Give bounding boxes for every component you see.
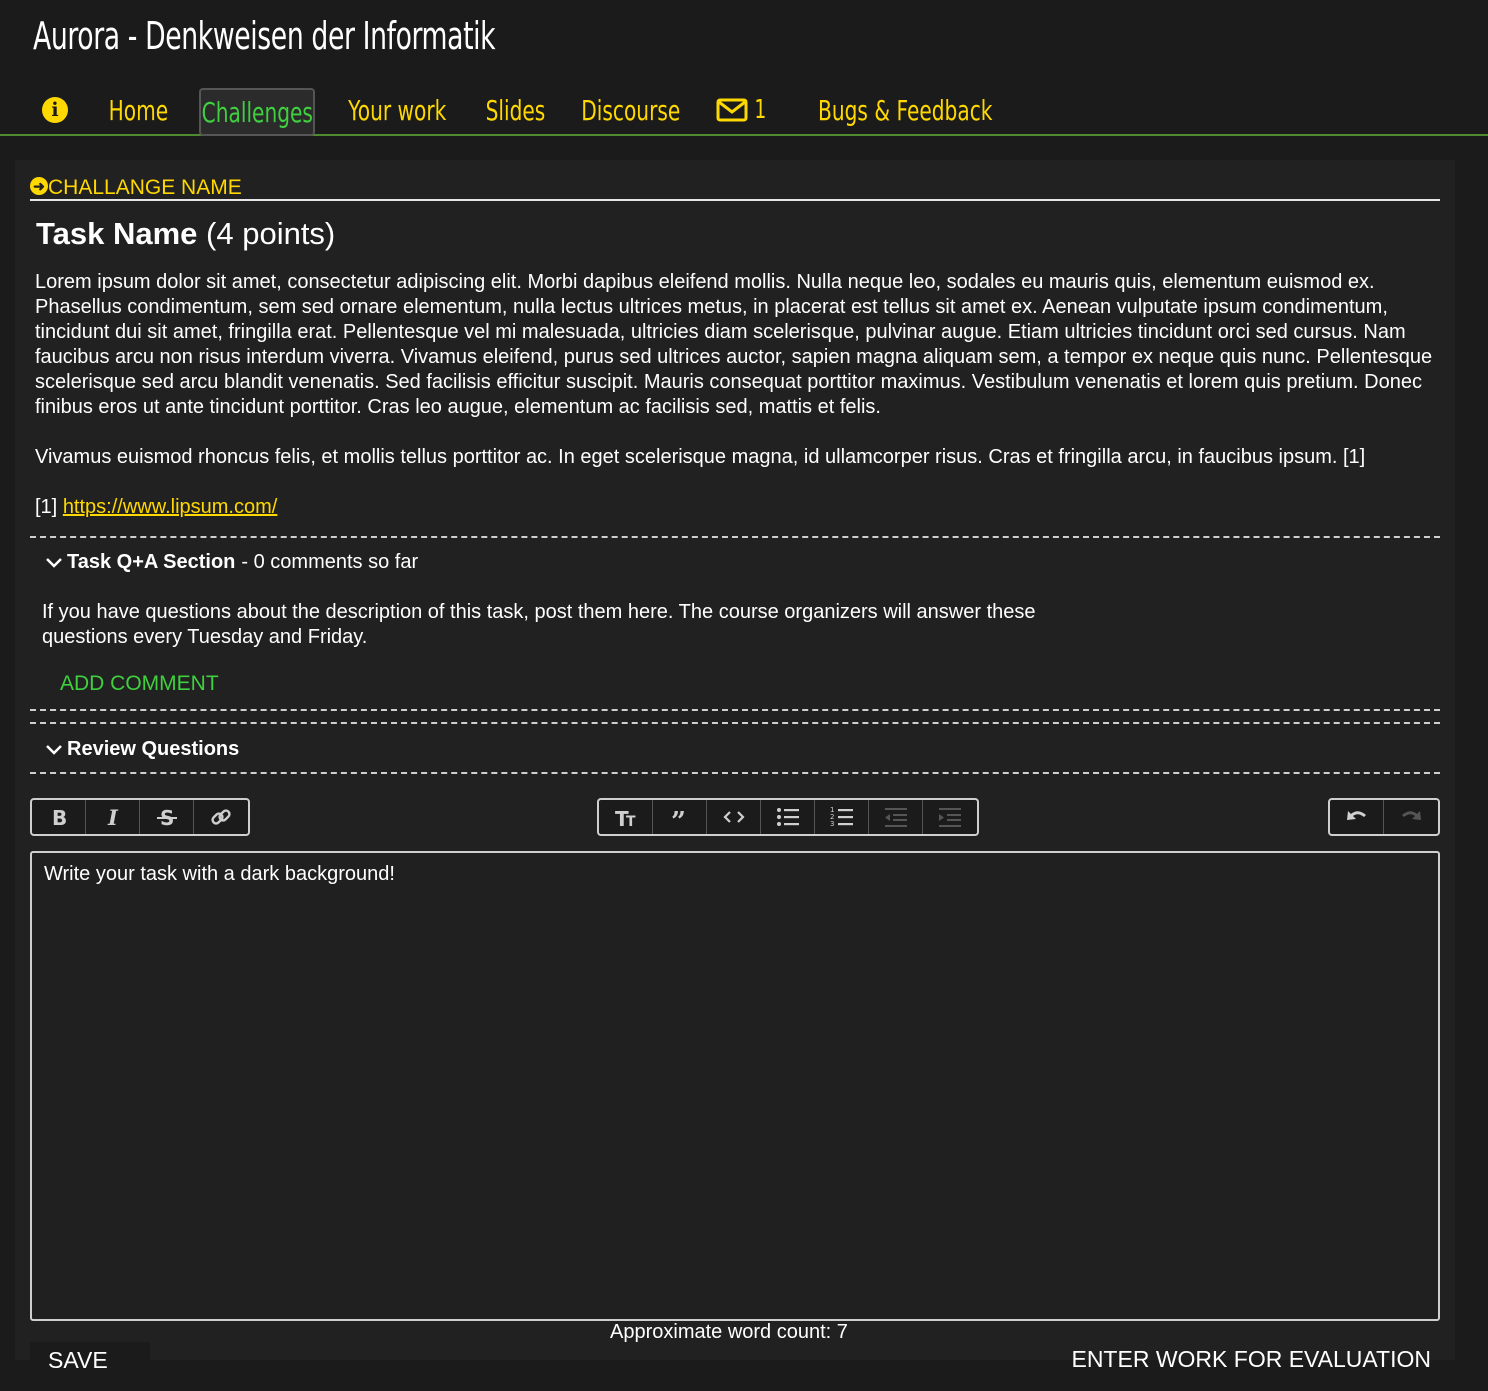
svg-text:3: 3	[830, 820, 834, 828]
info-nav-button[interactable]: i	[40, 86, 70, 134]
nav-home-label: Home	[108, 93, 168, 127]
svg-text:T: T	[626, 814, 636, 830]
code-button[interactable]	[707, 800, 761, 834]
review-section-title: Review Questions	[67, 738, 240, 760]
format-toolbar: B I S	[30, 798, 250, 836]
qa-comment-count: - 0 comments so far	[241, 551, 419, 573]
add-comment-button[interactable]: ADD COMMENT	[60, 672, 219, 696]
divider	[30, 722, 1440, 724]
envelope-icon	[716, 98, 748, 122]
undo-button[interactable]	[1330, 800, 1384, 834]
nav-discourse-label: Discourse	[581, 93, 681, 127]
nav-discourse[interactable]: Discourse	[576, 86, 686, 134]
reference-line: [1] https://www.lipsum.com/	[35, 495, 1445, 520]
reference-link[interactable]: https://www.lipsum.com/	[63, 496, 278, 518]
nav-messages[interactable]: 1	[716, 86, 774, 134]
svg-text:”: ”	[671, 807, 686, 830]
nav-bugs-feedback[interactable]: Bugs & Feedback	[812, 86, 1012, 134]
challenge-name: CHALLANGE NAME	[48, 176, 242, 199]
save-button[interactable]: SAVE	[30, 1342, 150, 1378]
svg-text:B: B	[52, 806, 67, 830]
qa-section-title: Task Q+A Section	[67, 551, 236, 573]
italic-button[interactable]: I	[86, 800, 140, 834]
history-toolbar	[1328, 798, 1440, 836]
task-title: Task Name (4 points)	[36, 216, 335, 252]
qa-section-toggle[interactable]: Task Q+A Section - 0 comments so far	[43, 551, 418, 574]
divider	[30, 772, 1440, 774]
block-toolbar: TT ” 123	[597, 798, 979, 836]
nav-challenges[interactable]: Challenges	[199, 88, 315, 136]
svg-text:I: I	[107, 805, 119, 830]
qa-description: If you have questions about the descript…	[42, 601, 1036, 648]
nav-slides-label: Slides	[485, 93, 545, 127]
description-paragraph: Vivamus euismod rhoncus felis, et mollis…	[35, 446, 1366, 468]
challenge-panel: ➜ CHALLANGE NAME Task Name (4 points) Lo…	[15, 160, 1455, 1378]
bold-button[interactable]: B	[32, 800, 86, 834]
task-points: (4 points)	[206, 216, 336, 251]
bulleted-list-button[interactable]	[761, 800, 815, 834]
task-editor[interactable]: Write your task with a dark background!	[30, 851, 1440, 1321]
app-header: Aurora - Denkweisen der Informatik i Hom…	[0, 0, 1488, 136]
nav-your-work[interactable]: Your work	[340, 86, 454, 134]
heading-button[interactable]: TT	[599, 800, 653, 834]
redo-button[interactable]	[1384, 800, 1438, 834]
nav-challenges-label: Challenges	[201, 95, 313, 129]
main-nav: i Home Challenges Your work Slides Disco…	[0, 86, 1488, 136]
task-name: Task Name	[36, 216, 198, 251]
review-section-toggle[interactable]: Review Questions	[43, 738, 239, 761]
messages-count: 1	[754, 95, 767, 125]
indent-button[interactable]	[923, 800, 977, 834]
nav-your-work-label: Your work	[347, 93, 447, 127]
description-paragraph: Lorem ipsum dolor sit amet, consectetur …	[35, 271, 1433, 418]
chevron-down-icon	[46, 557, 62, 568]
link-button[interactable]	[194, 800, 248, 834]
redo-icon	[1402, 811, 1421, 820]
indent-icon	[939, 808, 961, 827]
undo-icon	[1346, 811, 1366, 820]
numbered-list-icon: 123	[830, 806, 853, 828]
italic-icon: I	[107, 805, 119, 830]
divider	[30, 536, 1440, 538]
submit-for-evaluation-button[interactable]: ENTER WORK FOR EVALUATION	[1071, 1346, 1431, 1373]
nav-slides[interactable]: Slides	[478, 86, 552, 134]
word-count: Approximate word count: 7	[610, 1321, 848, 1343]
chevron-down-icon	[46, 744, 62, 755]
bold-icon: B	[52, 806, 67, 830]
reference-marker: [1]	[35, 496, 58, 518]
strikethrough-button[interactable]: S	[140, 800, 194, 834]
outdent-icon	[884, 808, 907, 827]
numbered-list-button[interactable]: 123	[815, 800, 869, 834]
arrow-circle-right-icon: ➜	[30, 177, 48, 195]
task-description: Lorem ipsum dolor sit amet, consectetur …	[35, 270, 1445, 545]
app-title: Aurora - Denkweisen der Informatik	[33, 14, 496, 58]
outdent-button[interactable]	[869, 800, 923, 834]
strikethrough-icon: S	[156, 806, 177, 830]
nav-bugs-label: Bugs & Feedback	[818, 93, 993, 127]
code-icon	[722, 811, 745, 823]
heading-icon: TT	[615, 807, 636, 830]
nav-home[interactable]: Home	[100, 86, 176, 134]
info-circle-icon: i	[42, 97, 68, 123]
link-icon	[211, 809, 231, 825]
divider	[30, 709, 1440, 711]
bulleted-list-icon	[776, 808, 799, 826]
quote-icon: ”	[671, 807, 686, 830]
quote-button[interactable]: ”	[653, 800, 707, 834]
challenge-breadcrumb[interactable]: ➜ CHALLANGE NAME	[30, 175, 1440, 201]
